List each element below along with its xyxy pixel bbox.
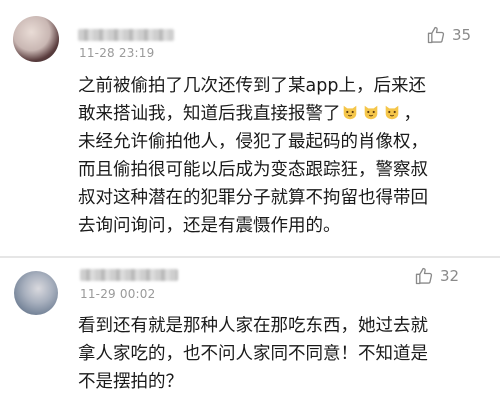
comment-card: 11-28 23:19 35 之前被偷拍了几次还传到了某app上，后来还 敢来搭… xyxy=(0,0,500,258)
thumbs-up-icon xyxy=(414,266,434,286)
comment-line: 叔对这种潜在的犯罪分子就算不拘留也得带回 xyxy=(78,188,428,208)
cat-face-icon xyxy=(385,105,398,120)
comment-body: 之前被偷拍了几次还传到了某app上，后来还 敢来搭讪我，知道后我直接报警了 ， 未… xyxy=(78,72,478,240)
comment-timestamp: 11-29 00:02 xyxy=(80,287,156,301)
like-button[interactable]: 32 xyxy=(414,266,459,286)
cat-face-icon xyxy=(343,105,356,120)
comment-line: 敢来搭讪我，知道后我直接报警了 xyxy=(78,104,341,124)
comment-body: 看到还有就是那种人家在那吃东西，她过去就 拿人家吃的，也不问人家同不同意！不知道… xyxy=(78,312,478,396)
comment-line: 而且偷拍很可能以后成为变态跟踪狂，警察叔 xyxy=(78,160,428,180)
comment-timestamp: 11-28 23:19 xyxy=(79,46,155,60)
comment-line: 去询问询问，还是有震慑作用的。 xyxy=(78,216,341,236)
like-count: 32 xyxy=(440,267,460,285)
comment-line-suffix: ， xyxy=(403,104,422,124)
avatar[interactable] xyxy=(13,16,59,62)
comment-line-with-emojis: 敢来搭讪我，知道后我直接报警了 ， xyxy=(78,100,478,128)
like-button[interactable]: 35 xyxy=(426,25,471,45)
thumbs-up-icon xyxy=(426,25,446,45)
comment-line: 之前被偷拍了几次还传到了某app上，后来还 xyxy=(78,76,426,96)
username-blurred[interactable] xyxy=(80,269,178,281)
like-count: 35 xyxy=(452,26,472,44)
comment-line: 不是摆拍的？ xyxy=(78,372,183,392)
comment-line: 拿人家吃的，也不问人家同不同意！不知道是 xyxy=(78,344,428,364)
comment-line: 看到还有就是那种人家在那吃东西，她过去就 xyxy=(78,316,428,336)
cat-face-icon xyxy=(364,105,377,120)
comment-line: 未经允许偷拍他人，侵犯了最起码的肖像权， xyxy=(78,132,428,152)
username-blurred[interactable] xyxy=(78,29,174,41)
avatar[interactable] xyxy=(14,271,58,315)
